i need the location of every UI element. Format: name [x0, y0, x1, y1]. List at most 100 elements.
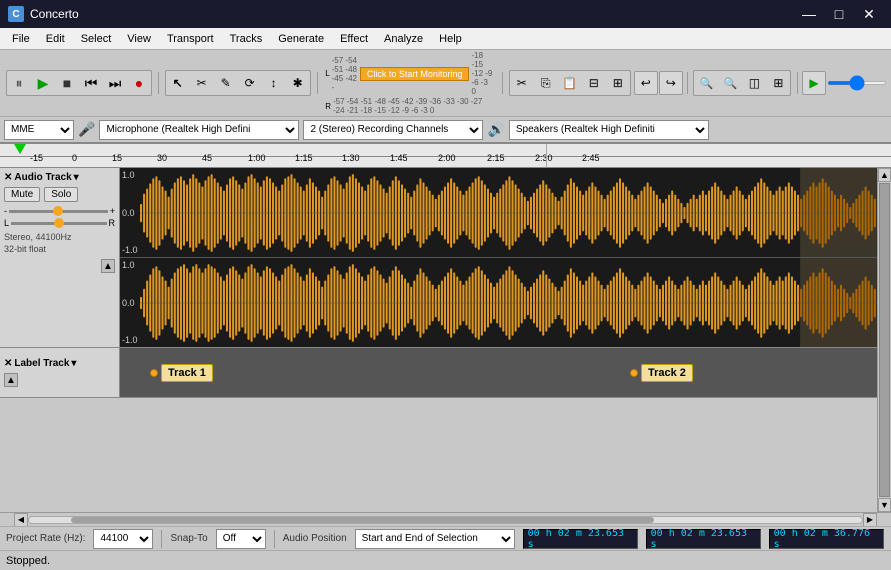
menu-analyze[interactable]: Analyze [376, 31, 431, 47]
menu-help[interactable]: Help [431, 31, 470, 47]
undo-button[interactable]: ↩ [634, 71, 658, 95]
stop-button[interactable]: ■ [55, 71, 79, 95]
device-row: MME 🎤 Microphone (Realtek High Defini 2 … [0, 116, 891, 142]
hscrollbar-thumb[interactable] [71, 517, 654, 523]
label-track-collapse-button[interactable]: ▲ [4, 373, 18, 387]
skip-back-button[interactable]: ⏮ [79, 71, 103, 95]
label-track-close-btn[interactable]: ✕ [4, 358, 12, 369]
audio-track-close-btn[interactable]: ✕ [4, 172, 12, 183]
record-button[interactable]: ● [127, 71, 151, 95]
maximize-button[interactable]: □ [825, 4, 853, 24]
menu-file[interactable]: File [4, 31, 38, 47]
scroll-down-button[interactable]: ▼ [878, 498, 891, 512]
playback-speed-slider[interactable] [827, 81, 887, 85]
track-1-label[interactable]: Track 1 [161, 364, 213, 382]
scroll-thumb[interactable] [879, 183, 890, 497]
snap-to-select[interactable]: Off [216, 529, 266, 549]
draw-tool-button[interactable]: ✎ [214, 71, 238, 95]
menu-transport[interactable]: Transport [159, 31, 222, 47]
position-type-select[interactable]: Start and End of Selection [355, 529, 515, 549]
zoom-tool-button[interactable]: ⟳ [238, 71, 262, 95]
envelope-tool-button[interactable]: ✂ [190, 71, 214, 95]
scroll-right-button[interactable]: ▶ [863, 513, 877, 527]
audio-track-name: Audio Track [14, 172, 71, 183]
select-tool-button[interactable]: ↖ [166, 71, 190, 95]
waveform2-top-label: 1.0 [122, 260, 135, 270]
host-select[interactable]: MME [4, 120, 74, 140]
label-track-content[interactable]: Track 1 Track 2 [120, 348, 877, 397]
minimize-button[interactable]: — [795, 4, 823, 24]
pan-l-label: L [4, 218, 9, 228]
trim-button[interactable]: ⊟ [582, 71, 606, 95]
track-collapse-button[interactable]: ▲ [101, 259, 115, 273]
track-2-marker: Track 2 [630, 364, 693, 382]
horizontal-scrollbar[interactable]: ◀ ▶ [0, 512, 891, 526]
paste-button[interactable]: 📋 [558, 71, 582, 95]
gain-slider[interactable] [9, 210, 108, 213]
waveform-channel-2[interactable]: 1.0 0.0 -1.0 [120, 258, 877, 347]
position-field-1[interactable]: 00 h 02 m 23.653 s [523, 529, 638, 549]
solo-button[interactable]: Solo [44, 187, 78, 202]
menu-view[interactable]: View [119, 31, 159, 47]
zoom-fit-button[interactable]: ⊞ [766, 71, 790, 95]
multi-tool-button[interactable]: ✱ [286, 71, 310, 95]
play-speed-button[interactable]: ▶ [802, 71, 826, 95]
zoom-out-button[interactable]: 🔍 [718, 71, 742, 95]
audio-track-controls: ✕ Audio Track ▾ Mute Solo - + [0, 168, 120, 347]
timeshift-tool-button[interactable]: ↕ [262, 71, 286, 95]
waveform2-mid-label: 0.0 [122, 298, 135, 308]
menu-generate[interactable]: Generate [270, 31, 332, 47]
position-field-2[interactable]: 00 h 02 m 23.653 s [646, 529, 761, 549]
position-field-3[interactable]: 00 h 02 m 36.776 s [769, 529, 884, 549]
scroll-left-button[interactable]: ◀ [14, 513, 28, 527]
menu-effect[interactable]: Effect [332, 31, 376, 47]
speaker-select[interactable]: Speakers (Realtek High Definiti [509, 120, 709, 140]
skip-forward-button[interactable]: ⏭ [103, 71, 127, 95]
toolbar-area: ⏸ ▶ ■ ⏮ ⏭ ● ↖ ✂ ✎ ⟳ ↕ ✱ L [0, 50, 891, 144]
cut-button[interactable]: ✂ [510, 71, 534, 95]
pan-slider[interactable] [11, 222, 106, 225]
project-rate-select[interactable]: 44100 [93, 529, 153, 549]
ruler-mark-1-45: 1:45 [390, 153, 408, 163]
vertical-scrollbar: ▲ ▼ [877, 168, 891, 512]
menu-edit[interactable]: Edit [38, 31, 73, 47]
pause-button[interactable]: ⏸ [7, 71, 31, 95]
waveform-svg-bottom [140, 258, 877, 347]
play-button[interactable]: ▶ [31, 71, 55, 95]
menu-select[interactable]: Select [73, 31, 120, 47]
channels-select[interactable]: 2 (Stereo) Recording Channels [303, 120, 483, 140]
gain-min-label: - [4, 206, 7, 216]
waveform2-bot-label: -1.0 [122, 335, 138, 345]
waveform-mid-label: 0.0 [122, 208, 135, 218]
status-text: Stopped. [6, 555, 50, 567]
ruler-mark-45: 45 [202, 153, 212, 163]
label-track: ✕ Label Track ▾ ▲ Track 1 [0, 348, 877, 398]
mute-button[interactable]: Mute [4, 187, 40, 202]
zoom-sel-button[interactable]: ◫ [742, 71, 766, 95]
tracks-panel: ✕ Audio Track ▾ Mute Solo - + [0, 168, 877, 512]
window-controls: — □ ✕ [795, 4, 883, 24]
pan-r-label: R [109, 218, 116, 228]
waveform-svg-top: // Generate waveform bars inline via SVG [140, 168, 877, 257]
mic-select[interactable]: Microphone (Realtek High Defini [99, 120, 299, 140]
track-info: Stereo, 44100Hz 32-bit float [4, 232, 115, 255]
ruler-mark-2-00: 2:00 [438, 153, 456, 163]
waveform-top-label: 1.0 [122, 170, 135, 180]
label-track-menu-btn[interactable]: ▾ [71, 358, 76, 369]
gain-max-label: + [110, 206, 115, 216]
track-2-label[interactable]: Track 2 [641, 364, 693, 382]
meter-l-right-values: -18 -15 -12 -9 -6 -3 0 [471, 51, 494, 96]
menu-tracks[interactable]: Tracks [222, 31, 271, 47]
audio-track-menu-btn[interactable]: ▾ [74, 172, 79, 183]
zoom-in-button[interactable]: 🔍 [694, 71, 718, 95]
ruler-mark-neg15: -15 [30, 153, 43, 163]
waveform-area: 1.0 0.0 -1.0 // Generate waveform bars i… [120, 168, 877, 347]
monitor-button[interactable]: Click to Start Monitoring [360, 67, 470, 81]
scroll-up-button[interactable]: ▲ [878, 168, 891, 182]
hscrollbar-track[interactable] [28, 516, 863, 524]
copy-button[interactable]: ⎘ [534, 71, 558, 95]
close-button[interactable]: ✕ [855, 4, 883, 24]
silence-button[interactable]: ⊞ [606, 71, 630, 95]
waveform-channel-1[interactable]: 1.0 0.0 -1.0 // Generate waveform bars i… [120, 168, 877, 257]
redo-button[interactable]: ↪ [659, 71, 683, 95]
